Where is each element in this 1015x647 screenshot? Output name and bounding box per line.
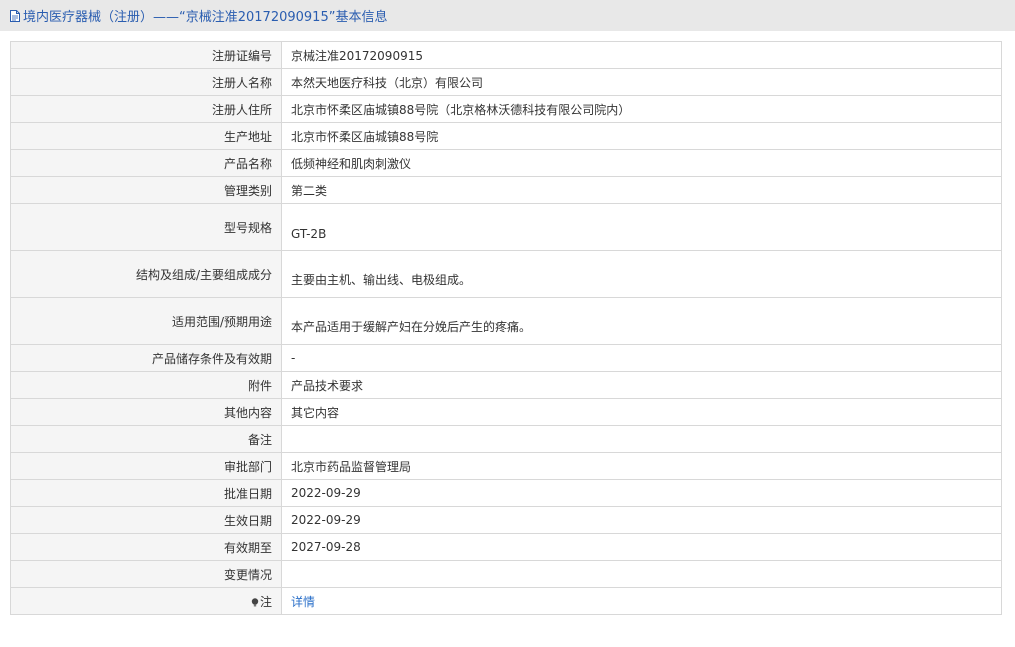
- row-value: 京械注准20172090915: [281, 41, 1002, 69]
- row-value: 主要由主机、输出线、电极组成。: [281, 250, 1002, 298]
- table-row-note: 注 详情: [10, 587, 1002, 615]
- row-value: [281, 560, 1002, 588]
- row-value: -: [281, 344, 1002, 372]
- table-row-other-content: 其他内容 其它内容: [10, 398, 1002, 426]
- row-value: 本然天地医疗科技（北京）有限公司: [281, 68, 1002, 96]
- table-row-model-spec: 型号规格 GT-2B: [10, 203, 1002, 251]
- row-value: 北京市怀柔区庙城镇88号院: [281, 122, 1002, 150]
- row-value: 本产品适用于缓解产妇在分娩后产生的疼痛。: [281, 297, 1002, 345]
- row-label: 生产地址: [10, 122, 282, 150]
- row-label: 批准日期: [10, 479, 282, 507]
- table-row-remarks: 备注: [10, 425, 1002, 453]
- table-row-registrant-address: 注册人住所 北京市怀柔区庙城镇88号院（北京格林沃德科技有限公司院内）: [10, 95, 1002, 123]
- table-row-attachment: 附件 产品技术要求: [10, 371, 1002, 399]
- row-label: 有效期至: [10, 533, 282, 561]
- row-value: 第二类: [281, 176, 1002, 204]
- row-value: 2022-09-29: [281, 506, 1002, 534]
- row-value: 2022-09-29: [281, 479, 1002, 507]
- table-row-product-name: 产品名称 低频神经和肌肉刺激仪: [10, 149, 1002, 177]
- row-value: 产品技术要求: [281, 371, 1002, 399]
- row-value: 详情: [281, 587, 1002, 615]
- table-row-expiry-date: 有效期至 2027-09-28: [10, 533, 1002, 561]
- document-icon: [10, 9, 20, 22]
- row-value: [281, 425, 1002, 453]
- row-label: 其他内容: [10, 398, 282, 426]
- row-label: 型号规格: [10, 203, 282, 251]
- details-link[interactable]: 详情: [291, 595, 315, 609]
- row-label: 变更情况: [10, 560, 282, 588]
- table-row-effective-date: 生效日期 2022-09-29: [10, 506, 1002, 534]
- row-value: GT-2B: [281, 203, 1002, 251]
- table-row-registration-number: 注册证编号 京械注准20172090915: [10, 41, 1002, 69]
- row-value: 北京市怀柔区庙城镇88号院（北京格林沃德科技有限公司院内）: [281, 95, 1002, 123]
- row-value: 其它内容: [281, 398, 1002, 426]
- table-row-approval-date: 批准日期 2022-09-29: [10, 479, 1002, 507]
- row-label: 注册人名称: [10, 68, 282, 96]
- row-label: 注: [10, 587, 282, 615]
- row-value: 低频神经和肌肉刺激仪: [281, 149, 1002, 177]
- page-header: 境内医疗器械（注册）——“京械注准20172090915”基本信息: [0, 0, 1015, 31]
- row-label: 生效日期: [10, 506, 282, 534]
- page-title: 境内医疗器械（注册）——“京械注准20172090915”基本信息: [23, 10, 388, 25]
- row-value: 北京市药品监督管理局: [281, 452, 1002, 480]
- row-label: 注册人住所: [10, 95, 282, 123]
- table-row-production-address: 生产地址 北京市怀柔区庙城镇88号院: [10, 122, 1002, 150]
- table-row-change-history: 变更情况: [10, 560, 1002, 588]
- row-label: 备注: [10, 425, 282, 453]
- row-label: 适用范围/预期用途: [10, 297, 282, 345]
- row-label: 产品名称: [10, 149, 282, 177]
- row-label: 结构及组成/主要组成成分: [10, 250, 282, 298]
- table-row-storage: 产品储存条件及有效期 -: [10, 344, 1002, 372]
- table-row-management-class: 管理类别 第二类: [10, 176, 1002, 204]
- row-label: 附件: [10, 371, 282, 399]
- row-label: 注册证编号: [10, 41, 282, 69]
- note-label: 注: [259, 594, 272, 609]
- table-row-registrant-name: 注册人名称 本然天地医疗科技（北京）有限公司: [10, 68, 1002, 96]
- row-label: 审批部门: [10, 452, 282, 480]
- row-label: 产品储存条件及有效期: [10, 344, 282, 372]
- table-row-structure: 结构及组成/主要组成成分 主要由主机、输出线、电极组成。: [10, 250, 1002, 298]
- lightbulb-icon: [251, 597, 259, 606]
- table-row-intended-use: 适用范围/预期用途 本产品适用于缓解产妇在分娩后产生的疼痛。: [10, 297, 1002, 345]
- info-table: 注册证编号 京械注准20172090915 注册人名称 本然天地医疗科技（北京）…: [10, 41, 1002, 615]
- row-value: 2027-09-28: [281, 533, 1002, 561]
- table-row-approval-dept: 审批部门 北京市药品监督管理局: [10, 452, 1002, 480]
- row-label: 管理类别: [10, 176, 282, 204]
